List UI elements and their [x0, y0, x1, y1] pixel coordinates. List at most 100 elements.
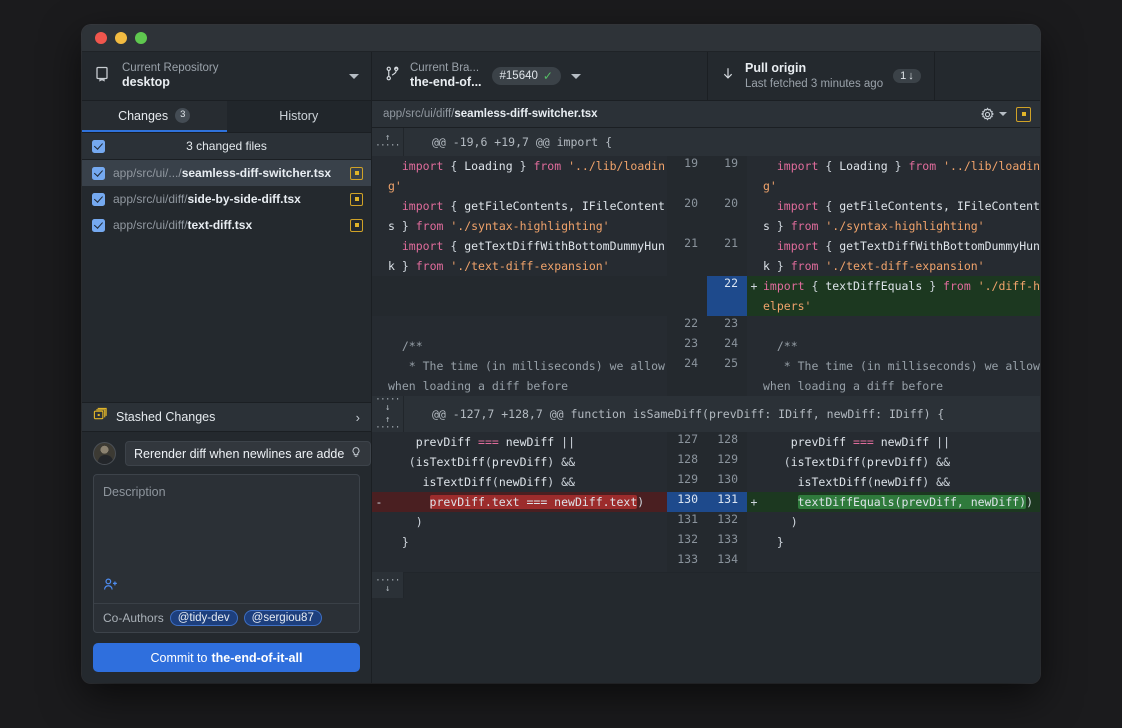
diff-row-modified: - prevDiff.text === newDiff.text) 130 13…	[372, 492, 1040, 512]
gear-icon[interactable]	[980, 107, 995, 122]
diff-right-code: }	[763, 535, 784, 549]
close-window-button[interactable]	[95, 32, 107, 44]
commit-description-input[interactable]: Description	[94, 475, 359, 575]
diff-right-cell: import { getTextDiffWithBottomDummyHunk …	[747, 236, 1040, 276]
diff-marker	[747, 452, 761, 472]
diff-marker	[747, 512, 761, 532]
diff-marker-delete: -	[372, 492, 386, 512]
window-body: Current Repository desktop Changes 3 His…	[82, 52, 1040, 683]
diff-header: app/src/ui/diff/seamless-diff-switcher.t…	[372, 101, 1040, 128]
diff-marker	[372, 196, 386, 236]
diff-marker	[372, 432, 386, 452]
file-row[interactable]: app/src/ui/diff/text-diff.tsx	[82, 212, 371, 238]
file-status-modified-icon	[350, 166, 363, 180]
diff-marker	[372, 472, 386, 492]
avatar	[93, 442, 116, 465]
zoom-window-button[interactable]	[135, 32, 147, 44]
diff-left-cell: }	[372, 532, 667, 552]
check-icon: ✓	[542, 69, 553, 83]
diff-right-lineno: 19	[707, 156, 747, 196]
current-branch-button[interactable]: Current Bra... the-end-of... #15640 ✓	[372, 52, 708, 100]
split-diff-toggle-icon[interactable]	[1016, 106, 1031, 122]
diff-row: import { Loading } from '../lib/loading'…	[372, 156, 1040, 196]
diff-right-cell: )	[747, 512, 1040, 532]
commit-summary-input[interactable]: Rerender diff when newlines are adde	[125, 441, 372, 466]
diff-left-cell: )	[372, 512, 667, 532]
diff-marker	[372, 452, 386, 472]
current-repository-name: desktop	[122, 75, 170, 90]
commit-description-box: Description Co-Authors @tidy-dev @sergio…	[93, 474, 360, 633]
file-row[interactable]: app/src/ui/.../seamless-diff-switcher.ts…	[82, 160, 371, 186]
diff-left-lineno: 131	[667, 512, 707, 532]
diff-left-code: import { getTextDiffWithBottomDummyHunk …	[388, 239, 665, 273]
diff-marker	[372, 356, 386, 396]
minimize-window-button[interactable]	[115, 32, 127, 44]
diff-right-code	[761, 552, 1040, 572]
chevron-right-icon: ›	[355, 409, 360, 425]
diff-marker	[747, 532, 761, 552]
add-person-icon[interactable]	[103, 578, 119, 595]
diff-right-code: import { Loading } from '../lib/loading'	[763, 159, 1040, 193]
stash-icon	[93, 407, 108, 427]
file-checkbox[interactable]	[92, 166, 105, 180]
diff-marker	[747, 196, 761, 236]
window-titlebar	[82, 25, 1040, 52]
diff-right-lineno: 23	[707, 316, 747, 336]
diff-left-lineno: 128	[667, 452, 707, 472]
chevron-down-icon[interactable]	[999, 112, 1007, 116]
diff-right-code: /**	[763, 339, 798, 353]
diff-marker	[372, 276, 386, 316]
coauthor-chip[interactable]: @tidy-dev	[169, 610, 238, 626]
diff-right-code: prevDiff === newDiff ||	[763, 435, 951, 449]
hunk-header-row[interactable]: ↑ ····· @@ -19,6 +19,7 @@ import {	[372, 128, 1040, 156]
diff-left-cell: isTextDiff(newDiff) &&	[372, 472, 667, 492]
commit-button[interactable]: Commit to the-end-of-it-all	[93, 643, 360, 672]
stashed-changes-button[interactable]: Stashed Changes ›	[82, 402, 371, 432]
diff-left-code: }	[388, 535, 409, 549]
file-path: app/src/ui/diff/text-diff.tsx	[113, 218, 253, 232]
expand-both-icon[interactable]: ····· ↓ ↑ ·····	[372, 396, 404, 433]
github-desktop-window: Current Repository desktop Changes 3 His…	[82, 25, 1040, 683]
last-fetched-label: Last fetched 3 minutes ago	[745, 77, 884, 90]
main-pane: Current Bra... the-end-of... #15640 ✓ Pu…	[372, 52, 1040, 683]
diff-marker	[372, 512, 386, 532]
pull-request-badge[interactable]: #15640 ✓	[491, 67, 561, 85]
diff-right-code: isTextDiff(newDiff) &&	[763, 475, 950, 489]
diff-left-code: prevDiff.text === newDiff.text)	[429, 495, 645, 509]
diff-right-cell: * The time (in milliseconds) we allow wh…	[747, 356, 1040, 396]
file-checkbox[interactable]	[92, 192, 105, 206]
diff-footer-expander-row[interactable]: ····· ↓	[372, 572, 1040, 598]
pull-origin-button[interactable]: Pull origin Last fetched 3 minutes ago 1…	[708, 52, 935, 100]
pull-count: 1	[900, 70, 907, 82]
diff-left-lineno: 24	[667, 356, 707, 396]
diff-marker	[747, 156, 761, 196]
diff-row: prevDiff === newDiff || 127 128 prevDiff…	[372, 432, 1040, 452]
diff-row: 22 23	[372, 316, 1040, 336]
stashed-changes-label: Stashed Changes	[116, 410, 216, 424]
file-checkbox[interactable]	[92, 218, 105, 232]
diff-left-code: )	[388, 515, 423, 529]
diff-left-cell: - prevDiff.text === newDiff.text)	[372, 492, 667, 512]
tab-history[interactable]: History	[226, 101, 371, 132]
hunk-header-row[interactable]: ····· ↓ ↑ ····· @@ -127,7 +128,7 @@ func…	[372, 396, 1040, 433]
diff-marker-add: +	[747, 276, 761, 316]
toolbar: Current Bra... the-end-of... #15640 ✓ Pu…	[372, 52, 1040, 101]
expand-up-icon[interactable]: ↑ ·····	[372, 128, 404, 156]
tab-changes[interactable]: Changes 3	[82, 101, 227, 132]
diff-right-cell: isTextDiff(newDiff) &&	[747, 472, 1040, 492]
diff-right-code: import { getTextDiffWithBottomDummyHunk …	[763, 239, 1040, 273]
diff-marker	[372, 552, 386, 572]
file-row[interactable]: app/src/ui/diff/side-by-side-diff.tsx	[82, 186, 371, 212]
lightbulb-icon[interactable]	[350, 446, 362, 462]
diff-right-cell: import { getFileContents, IFileContents …	[747, 196, 1040, 236]
diff-right-lineno: 20	[707, 196, 747, 236]
coauthor-chip[interactable]: @sergiou87	[243, 610, 322, 626]
diff-right-cell: }	[747, 532, 1040, 552]
app-root: Current Repository desktop Changes 3 His…	[0, 0, 1122, 728]
diff-right-cell: /**	[747, 336, 1040, 356]
select-all-files-checkbox[interactable]	[92, 139, 105, 153]
current-repository-button[interactable]: Current Repository desktop	[82, 52, 371, 101]
diff-left-code: * The time (in milliseconds) we allow wh…	[388, 359, 665, 393]
expand-down-icon[interactable]: ····· ↓	[372, 572, 404, 598]
diff-viewer[interactable]: ↑ ····· @@ -19,6 +19,7 @@ import { import…	[372, 128, 1040, 683]
